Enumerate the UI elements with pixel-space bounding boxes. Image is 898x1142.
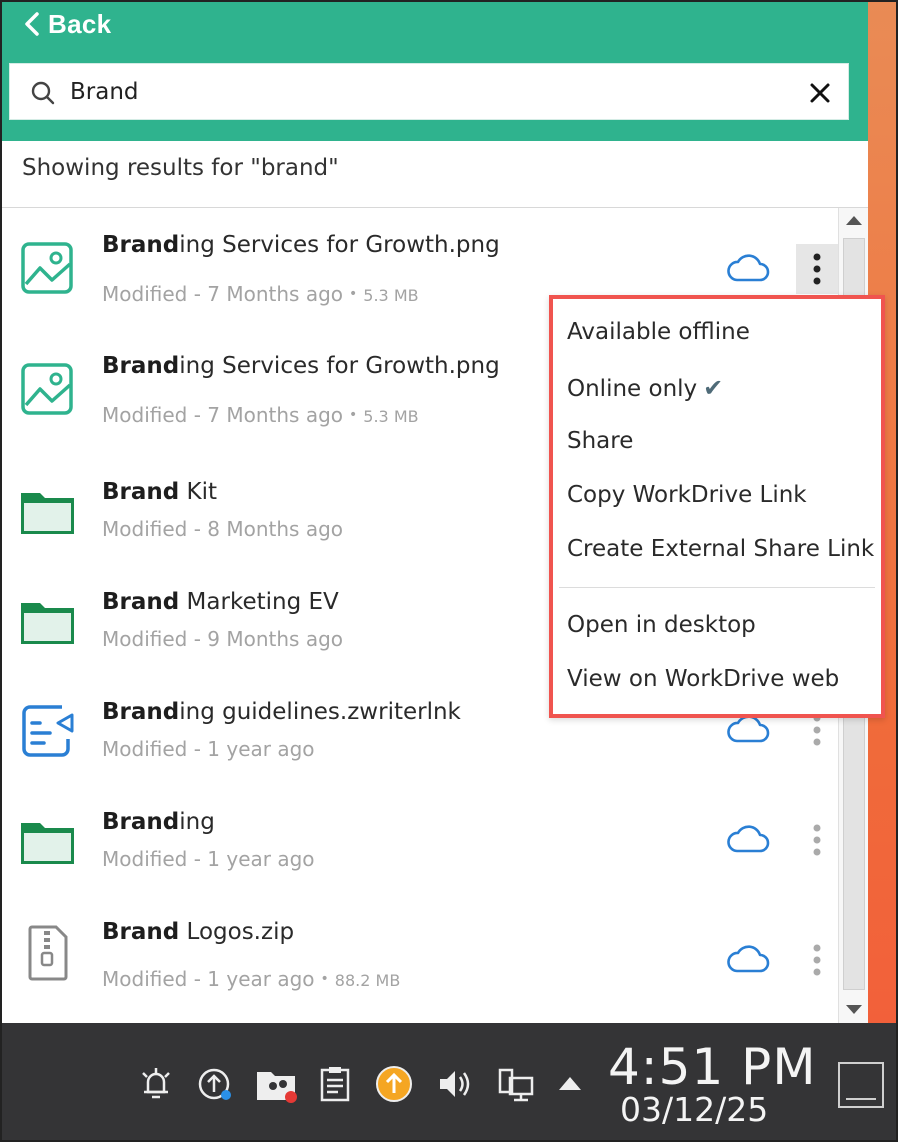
menu-item-online-only[interactable]: Online only ✔ (567, 374, 723, 402)
menu-item-create-external-share-link[interactable]: Create External Share Link (567, 536, 874, 562)
more-vertical-icon (813, 714, 821, 746)
more-options-button[interactable] (796, 244, 838, 294)
file-name: Branding Services for Growth.png (102, 353, 500, 379)
more-options-button[interactable] (796, 815, 838, 865)
back-label: Back (48, 8, 112, 39)
folder-icon (21, 493, 74, 534)
folder-icon (21, 823, 74, 864)
more-vertical-icon (813, 944, 821, 976)
more-vertical-icon (813, 824, 821, 856)
back-button[interactable]: Back (22, 6, 111, 42)
file-meta: Modified - 7 Months ago • 5.3 MB (102, 282, 419, 306)
tray-expand-icon[interactable] (556, 1074, 584, 1094)
show-desktop-icon[interactable] (838, 1062, 884, 1108)
volume-icon[interactable] (436, 1064, 474, 1104)
search-results-summary: Showing results for "brand" (0, 141, 868, 208)
writer-link-icon (22, 705, 74, 757)
file-meta: Modified - 7 Months ago • 5.3 MB (102, 403, 419, 427)
file-meta: Modified - 1 year ago • 88.2 MB (102, 967, 401, 991)
update-icon[interactable] (374, 1064, 414, 1104)
cloud-icon[interactable] (726, 825, 770, 855)
scroll-down-arrow[interactable] (846, 1005, 862, 1014)
list-item[interactable]: Brand Logos.zip Modified - 1 year ago • 88… (0, 895, 838, 1005)
menu-item-open-in-desktop[interactable]: Open in desktop (567, 612, 756, 638)
more-vertical-icon (813, 253, 821, 285)
app-header: Back (0, 0, 868, 141)
check-icon: ✔ (703, 374, 724, 402)
menu-item-copy-workdrive-link[interactable]: Copy WorkDrive Link (567, 482, 807, 508)
folder-people-icon[interactable] (255, 1064, 299, 1104)
cloud-icon[interactable] (726, 945, 770, 975)
results-text: Showing results for "brand" (22, 155, 339, 181)
menu-item-view-on-workdrive-web[interactable]: View on WorkDrive web (567, 666, 839, 692)
file-meta: Modified - 1 year ago (102, 737, 315, 761)
file-name: Brand Marketing EV (102, 589, 339, 615)
network-icon[interactable] (496, 1064, 536, 1104)
file-meta: Modified - 8 Months ago (102, 517, 344, 541)
clock-time[interactable]: 4:51 PM (608, 1038, 816, 1096)
search-box[interactable] (9, 63, 849, 120)
file-name: Branding (102, 809, 215, 835)
context-menu: Available offline Online only ✔ Share Cop… (549, 295, 885, 718)
chevron-left-icon (25, 12, 39, 36)
image-file-icon (21, 242, 73, 294)
list-item[interactable]: Branding Modified - 1 year ago (0, 781, 838, 891)
more-options-button[interactable] (796, 935, 838, 985)
menu-item-available-offline[interactable]: Available offline (567, 319, 750, 345)
clock-date[interactable]: 03/12/25 (620, 1090, 768, 1129)
cloud-icon[interactable] (726, 715, 770, 745)
search-icon (31, 81, 55, 105)
file-name: Brand Kit (102, 479, 218, 505)
zip-file-icon (28, 925, 68, 981)
menu-separator (559, 587, 875, 588)
file-meta: Modified - 9 Months ago (102, 627, 344, 651)
folder-icon (21, 603, 74, 644)
file-name: Branding guidelines.zwriterlnk (102, 699, 461, 725)
file-meta: Modified - 1 year ago (102, 847, 315, 871)
file-name: Brand Logos.zip (102, 919, 295, 945)
sync-upload-icon[interactable] (196, 1064, 236, 1104)
alarm-icon[interactable] (138, 1064, 174, 1102)
close-icon[interactable] (808, 81, 832, 105)
cloud-icon[interactable] (726, 254, 770, 284)
image-file-icon (21, 363, 73, 415)
search-input[interactable] (70, 72, 770, 112)
scroll-up-arrow[interactable] (846, 216, 862, 225)
menu-item-share[interactable]: Share (567, 428, 633, 454)
clipboard-icon[interactable] (318, 1064, 352, 1104)
file-name: Branding Services for Growth.png (102, 232, 500, 258)
